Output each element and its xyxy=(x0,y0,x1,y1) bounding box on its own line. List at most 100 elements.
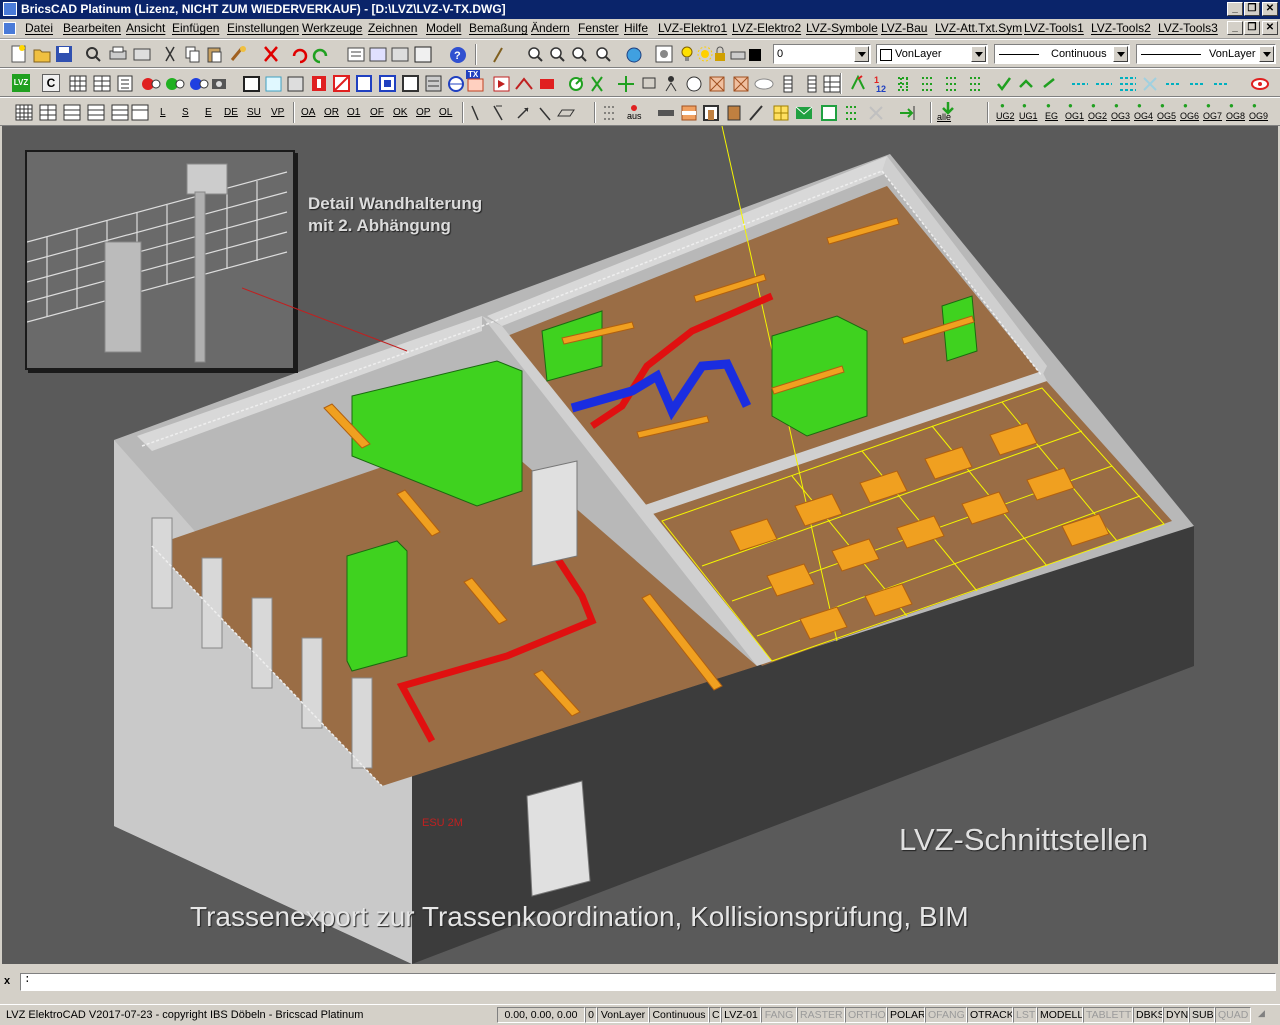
current-linetype[interactable]: Continuous xyxy=(649,1007,709,1023)
document-icon[interactable] xyxy=(3,22,16,35)
stair-tool-icon[interactable] xyxy=(749,105,763,121)
tool-su[interactable]: SU xyxy=(247,107,261,118)
zoom-window-icon[interactable] xyxy=(572,47,587,62)
green-grid-icon-3[interactable] xyxy=(946,77,958,91)
command-line-close-icon[interactable]: x xyxy=(4,975,10,987)
menu-lvz-elektro1[interactable]: LVZ-Elektro1 xyxy=(658,21,727,35)
pointer-tool-icon[interactable] xyxy=(539,107,551,121)
layouts-icon[interactable] xyxy=(414,46,432,63)
tool-or[interactable]: OR xyxy=(324,107,339,118)
menu-lvz-tools2[interactable]: LVZ-Tools2 xyxy=(1091,21,1151,35)
tool-ok[interactable]: OK xyxy=(393,107,407,118)
chevron-down-icon[interactable] xyxy=(1113,46,1128,62)
toggle-ortho[interactable]: ORTHO xyxy=(845,1007,887,1023)
tool-vp[interactable]: VP xyxy=(271,107,284,118)
line-tool-icon[interactable] xyxy=(471,105,479,121)
layer-on-bulb-icon[interactable] xyxy=(681,46,693,61)
green-grid-icon-1[interactable] xyxy=(898,77,910,91)
tool-o1[interactable]: O1 xyxy=(347,107,360,118)
layer-dropdown[interactable]: 0 xyxy=(773,44,871,64)
drawing-viewport[interactable]: ESU 2M Detail Wandhalterung mit 2. Abhän… xyxy=(2,126,1278,964)
color-dropdown[interactable]: VonLayer xyxy=(876,44,988,64)
pen-edit-icon[interactable] xyxy=(493,47,503,63)
floor-og9[interactable]: OG9 xyxy=(1249,111,1268,121)
menu-lvz-tools1[interactable]: LVZ-Tools1 xyxy=(1024,21,1084,35)
emergency-exit-icon[interactable] xyxy=(312,76,326,91)
lvz-button[interactable]: LVZ xyxy=(12,74,30,92)
no-entry-icon[interactable] xyxy=(333,75,350,92)
toggle-quad[interactable]: QUAD xyxy=(1215,1007,1251,1023)
matrix-icon-2[interactable] xyxy=(39,104,57,121)
menu-ansicht[interactable]: Ansicht xyxy=(126,21,165,35)
menu-hilfe[interactable]: Hilfe xyxy=(624,21,648,35)
matrix-icon-6[interactable] xyxy=(131,104,149,121)
menu-bemassung[interactable]: Bemaßung xyxy=(469,21,528,35)
layer-print-icon[interactable] xyxy=(730,51,746,60)
connect-icon[interactable] xyxy=(851,74,865,90)
check-icon[interactable] xyxy=(997,77,1012,92)
layer-manager-icon[interactable] xyxy=(655,45,673,63)
alle-label[interactable]: alle xyxy=(937,112,951,122)
command-input[interactable]: : xyxy=(20,973,1276,991)
open-folder-icon[interactable] xyxy=(33,49,51,63)
floor-og1[interactable]: OG1 xyxy=(1065,111,1084,121)
fire-alarm-icon[interactable] xyxy=(540,79,554,89)
delete-icon[interactable] xyxy=(264,46,278,62)
orbit-icon[interactable] xyxy=(626,47,642,63)
shaft-tool-icon[interactable] xyxy=(821,105,837,121)
chevron-down-icon[interactable] xyxy=(1259,46,1274,62)
doc-minimize-button[interactable]: _ xyxy=(1227,21,1243,35)
cable-tray-icon[interactable] xyxy=(265,76,282,92)
zoom-in-icon[interactable] xyxy=(528,47,543,62)
floor-og3[interactable]: OG3 xyxy=(1111,111,1130,121)
cross-box-icon[interactable] xyxy=(709,76,725,92)
floor-og4[interactable]: OG4 xyxy=(1134,111,1153,121)
undo-icon[interactable] xyxy=(292,48,308,64)
camera-icon[interactable] xyxy=(212,79,226,89)
current-text-style[interactable]: C xyxy=(709,1007,721,1023)
menu-lvz-symbole[interactable]: LVZ-Symbole xyxy=(806,21,878,35)
toggle-ofang[interactable]: OFANG xyxy=(925,1007,967,1023)
explorer-icon[interactable] xyxy=(369,47,387,62)
distribution-icon[interactable] xyxy=(425,75,442,92)
person-icon[interactable] xyxy=(665,76,677,92)
close-button[interactable]: ✕ xyxy=(1262,2,1278,16)
light-fixture-icon[interactable] xyxy=(591,76,603,92)
list-icon[interactable] xyxy=(117,75,133,92)
cabinet-icon[interactable] xyxy=(287,76,304,92)
bus-bar-icon[interactable] xyxy=(807,75,817,93)
bricscad-app-icon[interactable] xyxy=(3,2,17,16)
coordinates-display[interactable]: 0.00, 0.00, 0.00 xyxy=(497,1007,585,1023)
menu-datei[interactable]: Datei xyxy=(25,21,53,35)
current-dimstyle[interactable]: LVZ-01 xyxy=(721,1007,761,1023)
menu-aendern[interactable]: Ändern xyxy=(531,21,570,35)
link-icon[interactable] xyxy=(1043,78,1055,88)
beam-tool-icon[interactable] xyxy=(681,105,697,121)
connect-green-icon[interactable] xyxy=(1019,79,1033,88)
tool-ol[interactable]: OL xyxy=(439,107,452,118)
floor-og7[interactable]: OG7 xyxy=(1203,111,1222,121)
toggle-lst[interactable]: LST xyxy=(1013,1007,1037,1023)
menu-werkzeuge[interactable]: Werkzeuge xyxy=(302,21,362,35)
menu-bearbeiten[interactable]: Bearbeiten xyxy=(63,21,121,35)
floor-ug1[interactable]: UG1 xyxy=(1019,111,1038,121)
tool-l[interactable]: L xyxy=(160,107,166,118)
floor-og6[interactable]: OG6 xyxy=(1180,111,1199,121)
help-icon[interactable]: ? xyxy=(450,47,466,63)
frame-icon[interactable] xyxy=(243,76,260,92)
save-icon[interactable] xyxy=(56,46,72,62)
terminal-strip-icon[interactable] xyxy=(783,75,793,93)
ellipse-icon[interactable] xyxy=(754,78,774,90)
menu-einstellungen[interactable]: Einstellungen xyxy=(227,21,299,35)
play-symbol-icon[interactable] xyxy=(493,76,510,92)
redo-icon[interactable] xyxy=(312,48,328,64)
matrix-icon-5[interactable] xyxy=(111,104,129,121)
toggle-raster[interactable]: RASTER xyxy=(797,1007,845,1023)
chevron-down-icon[interactable] xyxy=(854,46,869,62)
toggle-polar[interactable]: POLAR xyxy=(887,1007,925,1023)
table-icon[interactable] xyxy=(93,75,111,92)
floor-og2[interactable]: OG2 xyxy=(1088,111,1107,121)
wall-tool-icon[interactable] xyxy=(658,110,674,116)
tag-tool-icon[interactable] xyxy=(557,109,575,117)
cyan-grid-icon[interactable] xyxy=(1120,77,1136,91)
